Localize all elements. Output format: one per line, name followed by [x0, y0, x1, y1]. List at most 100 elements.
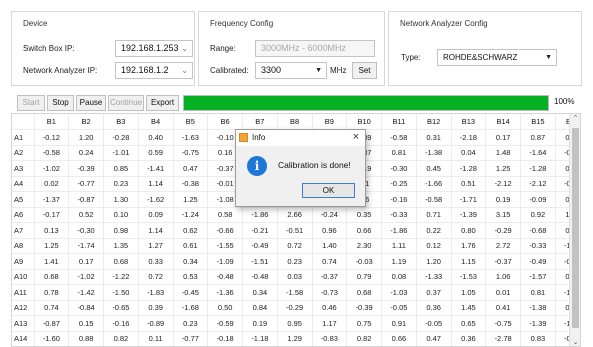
table-cell[interactable]: 0.46	[312, 300, 348, 316]
table-cell[interactable]: 2.30	[346, 238, 382, 254]
table-cell[interactable]: -0.73	[312, 284, 348, 301]
table-cell[interactable]: -1.28	[520, 160, 556, 177]
stop-button[interactable]: Stop	[47, 95, 74, 111]
table-cell[interactable]: 0.53	[173, 269, 209, 285]
table-cell[interactable]: 0.23	[103, 176, 139, 192]
table-cell[interactable]: 1.30	[103, 191, 139, 208]
table-cell[interactable]: 0.15	[68, 315, 104, 332]
table-cell[interactable]: -1.86	[242, 207, 278, 223]
table-cell[interactable]: 1.06	[485, 269, 521, 285]
table-cell[interactable]: -0.29	[277, 300, 313, 316]
table-cell[interactable]: 0.72	[277, 238, 313, 254]
table-cell[interactable]: -1.53	[451, 269, 487, 285]
table-cell[interactable]: -0.33	[381, 207, 417, 223]
table-cell[interactable]: -1.28	[451, 160, 487, 177]
table-cell[interactable]: 0.12	[416, 238, 452, 254]
table-cell[interactable]: 0.95	[277, 315, 313, 332]
table-cell[interactable]: 0.81	[381, 145, 417, 161]
table-cell[interactable]: 1.15	[451, 253, 487, 270]
table-cell[interactable]: 0.62	[173, 222, 209, 239]
table-cell[interactable]: -0.89	[138, 315, 174, 332]
set-button[interactable]: Set	[352, 62, 377, 79]
table-cell[interactable]: 1.45	[451, 300, 487, 316]
table-cell[interactable]: -0.59	[207, 315, 243, 332]
table-cell[interactable]: 0.59	[138, 145, 174, 161]
table-cell[interactable]: 0.66	[381, 331, 417, 346]
table-cell[interactable]: -1.37	[34, 191, 70, 208]
table-cell[interactable]: 0.19	[485, 191, 521, 208]
table-cell[interactable]: -1.33	[416, 269, 452, 285]
close-icon[interactable]: ×	[353, 131, 359, 143]
ok-button[interactable]: OK	[302, 183, 355, 198]
table-cell[interactable]: 1.76	[451, 238, 487, 254]
table-cell[interactable]: -1.22	[103, 269, 139, 285]
table-cell[interactable]: 0.02	[34, 176, 70, 192]
table-cell[interactable]: 0.19	[242, 315, 278, 332]
table-cell[interactable]: -0.37	[485, 253, 521, 270]
table-cell[interactable]: -0.39	[68, 160, 104, 177]
table-cell[interactable]: 0.22	[416, 222, 452, 239]
table-cell[interactable]: -0.37	[312, 269, 348, 285]
table-cell[interactable]: -0.58	[34, 145, 70, 161]
table-cell[interactable]: -1.02	[68, 269, 104, 285]
continue-button[interactable]: Continue	[108, 95, 144, 111]
table-cell[interactable]: 3.15	[485, 207, 521, 223]
table-cell[interactable]: -0.16	[381, 191, 417, 208]
table-cell[interactable]: -1.03	[381, 284, 417, 301]
scrollbar-thumb[interactable]	[572, 128, 579, 328]
dialog-titlebar[interactable]: Info ×	[236, 130, 365, 146]
table-cell[interactable]: 0.52	[68, 207, 104, 223]
table-cell[interactable]: -0.12	[34, 129, 70, 146]
calibrated-combo[interactable]: 3300 ▼	[255, 62, 327, 79]
table-cell[interactable]: 0.41	[485, 300, 521, 316]
table-cell[interactable]: -0.24	[312, 207, 348, 223]
table-cell[interactable]: 0.24	[68, 145, 104, 161]
table-cell[interactable]: -1.39	[520, 315, 556, 332]
table-cell[interactable]: 1.48	[485, 145, 521, 161]
table-cell[interactable]: -1.42	[68, 284, 104, 301]
table-cell[interactable]: 0.34	[242, 284, 278, 301]
table-cell[interactable]: 1.05	[451, 284, 487, 301]
table-cell[interactable]: 0.37	[416, 284, 452, 301]
table-cell[interactable]: 1.11	[381, 238, 417, 254]
table-cell[interactable]: -0.05	[381, 300, 417, 316]
table-cell[interactable]: 0.04	[451, 145, 487, 161]
table-cell[interactable]: 0.82	[346, 331, 382, 346]
table-cell[interactable]: 0.96	[312, 222, 348, 239]
table-cell[interactable]: 0.58	[207, 207, 243, 223]
table-cell[interactable]: 1.29	[277, 331, 313, 346]
table-cell[interactable]: 0.98	[103, 222, 139, 239]
table-cell[interactable]: 0.72	[138, 269, 174, 285]
table-cell[interactable]: -0.25	[381, 176, 417, 192]
table-cell[interactable]: -1.50	[103, 284, 139, 301]
table-cell[interactable]: -1.60	[34, 331, 70, 346]
table-cell[interactable]: -1.63	[173, 129, 209, 146]
table-cell[interactable]: -0.48	[207, 269, 243, 285]
table-cell[interactable]: 0.75	[346, 315, 382, 332]
table-cell[interactable]: -0.66	[207, 222, 243, 239]
vertical-scrollbar[interactable]: ⌃ ⌄	[569, 114, 580, 346]
pause-button[interactable]: Pause	[76, 95, 106, 111]
table-cell[interactable]: 1.20	[68, 129, 104, 146]
table-cell[interactable]: -0.65	[103, 300, 139, 316]
table-cell[interactable]: -1.58	[277, 284, 313, 301]
table-cell[interactable]: -1.83	[138, 284, 174, 301]
table-cell[interactable]: -0.49	[242, 238, 278, 254]
scroll-up-icon[interactable]: ⌃	[570, 114, 580, 122]
table-cell[interactable]: -1.09	[207, 253, 243, 270]
table-cell[interactable]: 0.66	[346, 222, 382, 239]
table-cell[interactable]: 1.14	[138, 176, 174, 192]
table-cell[interactable]: 0.80	[451, 222, 487, 239]
table-cell[interactable]: -0.68	[520, 222, 556, 239]
table-cell[interactable]: -0.77	[173, 331, 209, 346]
table-cell[interactable]: 0.36	[451, 331, 487, 346]
table-cell[interactable]: 0.13	[34, 222, 70, 239]
table-cell[interactable]: -0.30	[68, 222, 104, 239]
table-cell[interactable]: 0.65	[451, 315, 487, 332]
table-cell[interactable]: -0.48	[242, 269, 278, 285]
table-cell[interactable]: 1.25	[485, 160, 521, 177]
table-cell[interactable]: 0.71	[416, 207, 452, 223]
table-cell[interactable]: 0.61	[173, 238, 209, 254]
table-cell[interactable]: -1.68	[173, 300, 209, 316]
table-cell[interactable]: -1.71	[451, 191, 487, 208]
